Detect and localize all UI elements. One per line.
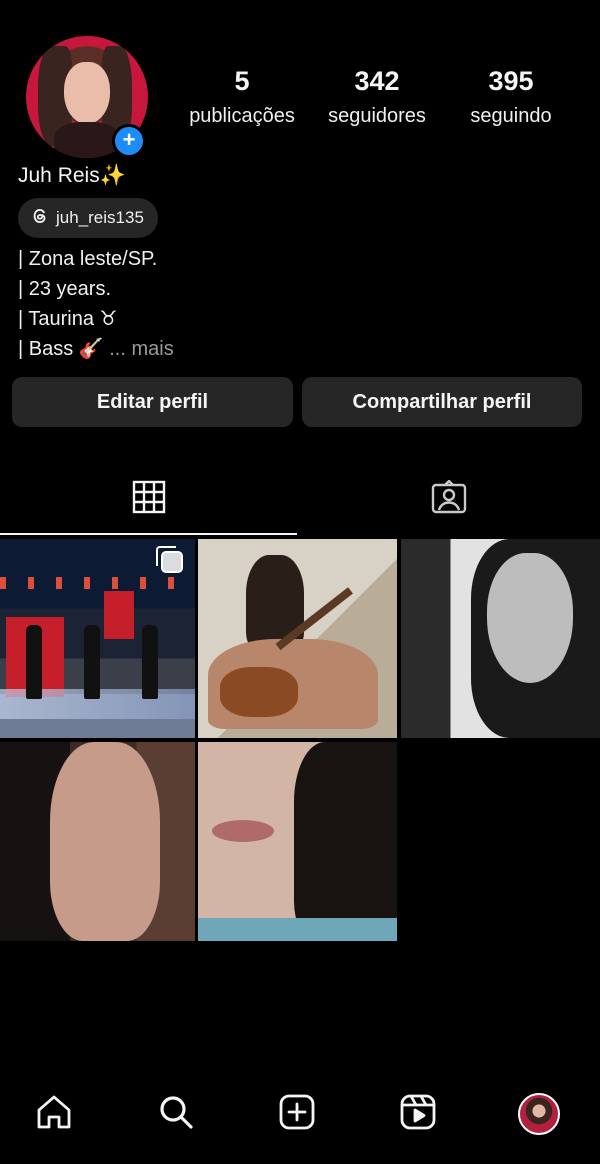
nav-profile[interactable] (517, 1092, 561, 1136)
grid-icon (132, 480, 166, 519)
search-icon (157, 1093, 195, 1136)
following-stat[interactable]: 395 seguindo (446, 66, 576, 128)
post-thumbnail[interactable] (401, 539, 600, 738)
profile-avatar-icon (518, 1093, 560, 1135)
profile-avatar[interactable]: + (26, 36, 148, 158)
bio-line: | Taurina ♉ (18, 308, 118, 330)
threads-handle: juh_reis135 (56, 208, 144, 227)
post-thumbnail[interactable] (198, 742, 397, 941)
tab-grid[interactable] (0, 462, 297, 536)
nav-search[interactable] (154, 1092, 198, 1136)
post-thumbnail[interactable] (198, 539, 397, 738)
followers-count: 342 (354, 66, 400, 96)
followers-stat[interactable]: 342 seguidores (308, 66, 446, 128)
bio-line: | Bass 🎸 (18, 338, 104, 360)
profile-bio: | Zona leste/SP. | 23 years. | Taurina ♉… (18, 244, 174, 364)
profile-name: Juh Reis✨ (18, 164, 126, 187)
active-tab-indicator (0, 533, 297, 535)
add-story-icon[interactable]: + (112, 124, 146, 158)
bio-more-link[interactable]: ... mais (109, 338, 173, 360)
create-icon (278, 1093, 316, 1136)
posts-stat[interactable]: 5 publicações (176, 66, 308, 128)
posts-label: publicações (189, 105, 295, 127)
bio-line-last: | Bass 🎸 ... mais (18, 334, 174, 364)
home-icon (35, 1093, 73, 1136)
bio-line: | 23 years. (18, 278, 112, 300)
profile-tabs (0, 462, 600, 536)
tagged-icon (431, 478, 467, 519)
following-count: 395 (488, 66, 534, 96)
carousel-icon (156, 546, 183, 573)
posts-count: 5 (234, 66, 250, 96)
bio-line: | Zona leste/SP. (18, 248, 158, 270)
nav-home[interactable] (32, 1092, 76, 1136)
share-profile-button[interactable]: Compartilhar perfil (302, 377, 582, 427)
edit-profile-button[interactable]: Editar perfil (12, 377, 293, 427)
tab-tagged[interactable] (300, 462, 597, 536)
following-label: seguindo (470, 105, 552, 127)
threads-icon (30, 206, 50, 231)
post-thumbnail[interactable] (0, 742, 195, 941)
nav-reels[interactable] (396, 1092, 440, 1136)
followers-label: seguidores (328, 105, 426, 127)
nav-create[interactable] (275, 1092, 319, 1136)
bottom-navigation (0, 1076, 600, 1156)
threads-link[interactable]: juh_reis135 (18, 198, 158, 238)
post-thumbnail[interactable] (0, 539, 195, 738)
reels-icon (399, 1093, 437, 1136)
profile-stats: 5 publicações 342 seguidores 395 seguind… (176, 66, 576, 128)
